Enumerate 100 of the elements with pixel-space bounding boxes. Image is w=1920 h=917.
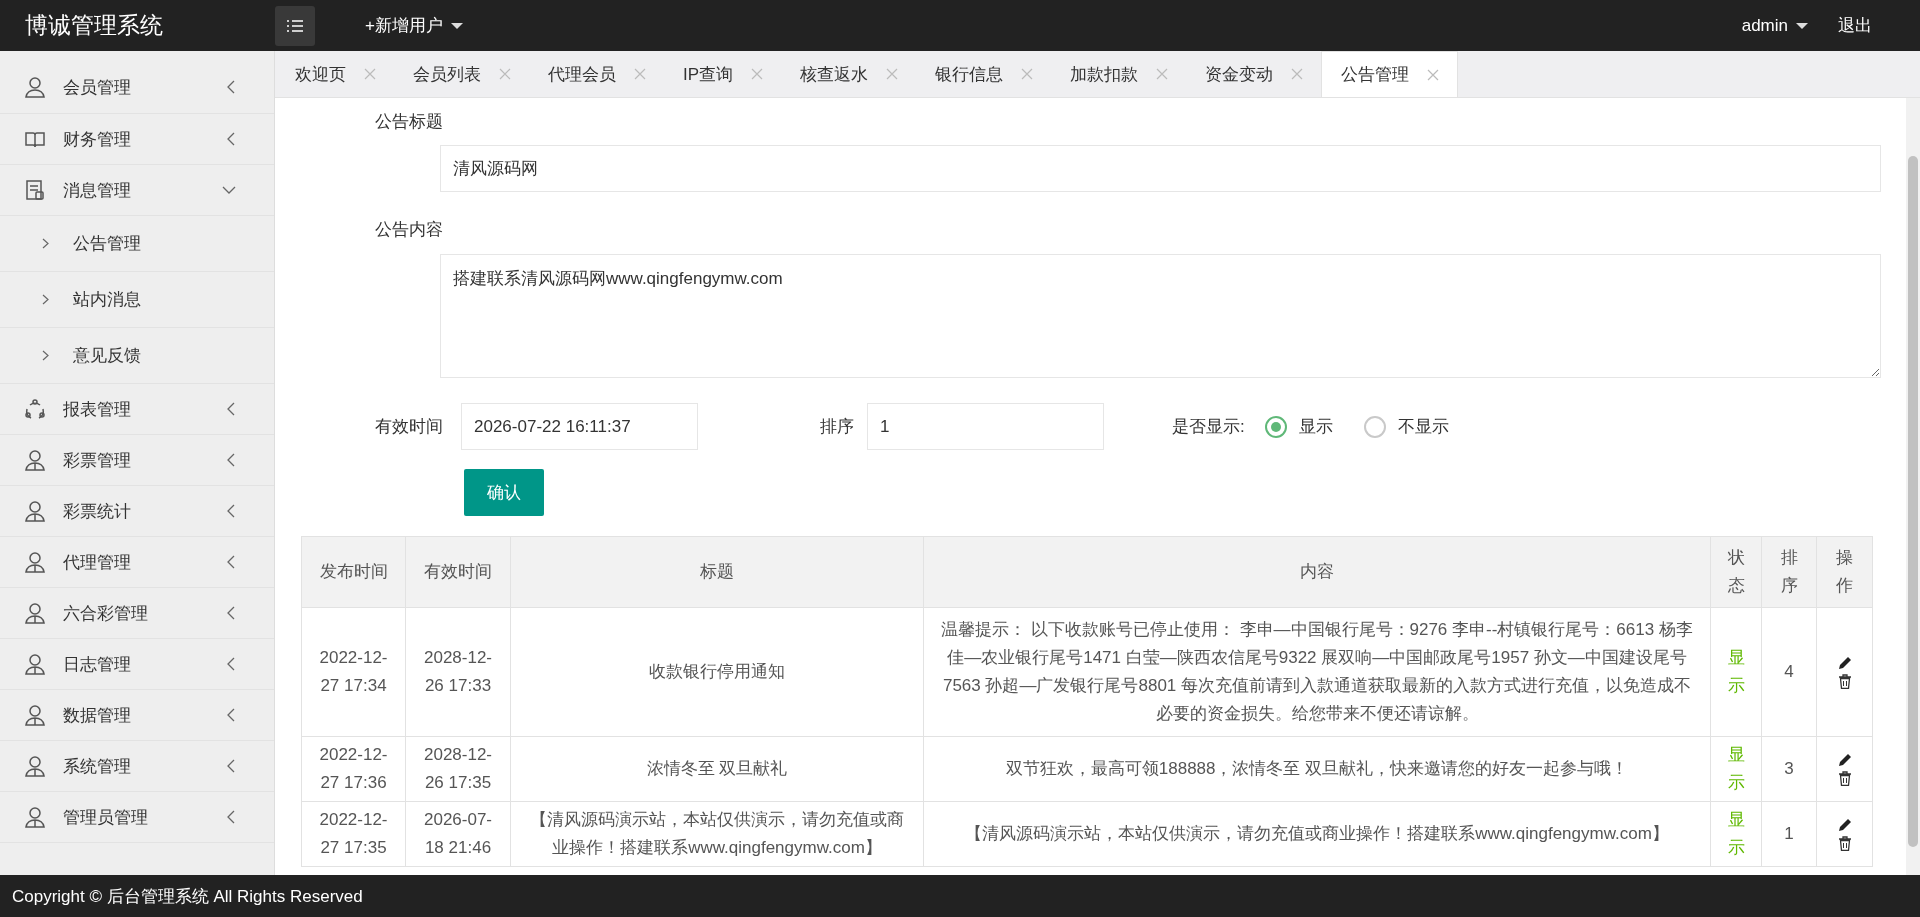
logout-link[interactable]: 退出: [1838, 14, 1872, 37]
pencil-icon[interactable]: [1837, 752, 1852, 767]
sidebar-subitem[interactable]: 公告管理: [0, 216, 274, 272]
status-text: 显示: [1710, 801, 1762, 867]
footer-text: Copyright © 后台管理系统 All Rights Reserved: [0, 875, 1920, 917]
tab[interactable]: IP查询: [664, 51, 782, 97]
table-cell: 双节狂欢，最高可领188888，浓情冬至 双旦献礼，快来邀请您的好友一起参与哦！: [923, 736, 1711, 802]
confirm-button[interactable]: 确认: [464, 469, 544, 516]
scrollbar-thumb[interactable]: [1908, 156, 1918, 847]
column-header: 状态: [1710, 536, 1762, 608]
sidebar-item[interactable]: 报表管理: [0, 384, 274, 435]
radio-option[interactable]: 显示: [1264, 415, 1333, 438]
tab-label: 公告管理: [1341, 64, 1410, 86]
field-label: 公告标题: [375, 111, 444, 133]
close-icon[interactable]: [751, 68, 764, 80]
tab-label: 资金变动: [1205, 63, 1274, 86]
tab[interactable]: 欢迎页: [276, 51, 394, 97]
sidebar-item[interactable]: 彩票统计: [0, 486, 274, 537]
sidebar-subitem[interactable]: 站内消息: [0, 272, 274, 328]
tab[interactable]: 会员列表: [394, 51, 529, 97]
tab[interactable]: 核查返水: [781, 51, 917, 97]
date-field[interactable]: 2026-07-22 16:11:37: [461, 403, 698, 450]
table-cell: 2022-12-27 17:35: [301, 801, 406, 867]
sidebar-item[interactable]: 会员管理: [0, 51, 274, 114]
scrollbar[interactable]: [1906, 98, 1920, 875]
sidebar-item[interactable]: 系统管理: [0, 741, 274, 792]
add-user-label: +新增用户: [365, 15, 443, 37]
person-icon: [24, 653, 46, 675]
tab-label: 核查返水: [800, 63, 869, 86]
tab-label: 银行信息: [935, 63, 1004, 86]
field-label: 是否显示:: [1172, 416, 1245, 438]
tab-label: 会员列表: [413, 63, 481, 86]
radio-button[interactable]: [1363, 415, 1386, 438]
sidebar-item[interactable]: 代理管理: [0, 537, 274, 588]
document-icon: [24, 179, 46, 201]
tab-label: IP查询: [683, 63, 734, 86]
table-cell: 4: [1761, 607, 1817, 737]
chevron-right-icon: [42, 350, 49, 361]
content-field[interactable]: 搭建联系清风源码网www.qingfengymw.com: [440, 254, 1881, 378]
trash-icon[interactable]: [1837, 835, 1852, 851]
table-cell: 2028-12-26 17:33: [405, 607, 511, 737]
menu-button[interactable]: [275, 5, 315, 46]
order-field[interactable]: 1: [867, 403, 1104, 450]
sidebar-subitem[interactable]: 意见反馈: [0, 328, 274, 384]
close-icon[interactable]: [634, 68, 646, 80]
person-icon: [24, 755, 46, 777]
tab[interactable]: 加款扣款: [1051, 51, 1187, 97]
caret-icon: [1796, 21, 1808, 30]
person-icon: [24, 704, 46, 726]
pencil-icon[interactable]: [1837, 655, 1852, 670]
column-header: 排序: [1761, 536, 1817, 608]
table-cell: 3: [1761, 736, 1817, 802]
caret-icon: [450, 21, 463, 30]
user-name: admin: [1741, 15, 1788, 36]
title-field[interactable]: 清风源码网: [440, 145, 1881, 192]
sidebar-item[interactable]: 管理员管理: [0, 792, 274, 843]
tab[interactable]: 代理会员: [529, 51, 664, 97]
person-icon: [24, 500, 46, 522]
close-icon[interactable]: [1156, 68, 1169, 80]
close-icon[interactable]: [364, 68, 376, 80]
column-header: 操作: [1816, 536, 1873, 608]
close-icon[interactable]: [1021, 68, 1034, 80]
sidebar-item[interactable]: 彩票管理: [0, 435, 274, 486]
cycle-icon: [24, 398, 46, 420]
sidebar-item[interactable]: 数据管理: [0, 690, 274, 741]
chevron-right-icon: [42, 238, 49, 249]
close-icon[interactable]: [886, 68, 899, 80]
trash-icon[interactable]: [1837, 673, 1852, 689]
add-user-menu[interactable]: +新增用户: [365, 14, 463, 37]
column-header: 标题: [510, 536, 924, 608]
pencil-icon[interactable]: [1837, 817, 1852, 832]
trash-icon[interactable]: [1837, 770, 1852, 786]
person-icon: [24, 449, 46, 471]
sidebar-item[interactable]: 六合彩管理: [0, 588, 274, 639]
tab[interactable]: 银行信息: [916, 51, 1052, 97]
column-header: 内容: [923, 536, 1711, 608]
sidebar-item[interactable]: 财务管理: [0, 114, 274, 165]
person-icon: [24, 602, 46, 624]
table-cell: 【清风源码演示站，本站仅供演示，请勿充值或商业操作！搭建联系www.qingfengymw.com】: [510, 801, 924, 867]
sidebar-item[interactable]: 日志管理: [0, 639, 274, 690]
sidebar-item[interactable]: 消息管理: [0, 165, 274, 216]
close-icon[interactable]: [1427, 68, 1440, 81]
tab[interactable]: 资金变动: [1186, 51, 1322, 97]
person-icon: [24, 551, 46, 573]
user-menu[interactable]: admin: [1741, 15, 1808, 36]
close-icon[interactable]: [1291, 68, 1304, 80]
radio-option[interactable]: 不显示: [1363, 415, 1449, 438]
tab-label: 加款扣款: [1070, 63, 1139, 86]
table-cell: 【清风源码演示站，本站仅供演示，请勿充值或商业操作！搭建联系www.qingfengymw.com】: [923, 801, 1711, 867]
field-label: 排序: [820, 416, 854, 438]
status-text: 显示: [1710, 736, 1762, 802]
person-icon: [24, 806, 46, 828]
menu-icon: [286, 18, 304, 33]
tab[interactable]: 公告管理: [1321, 51, 1459, 97]
table-cell: 收款银行停用通知: [510, 607, 924, 737]
table-cell: 2026-07-18 21:46: [405, 801, 511, 867]
table-cell: 1: [1761, 801, 1817, 867]
radio-button[interactable]: [1264, 415, 1287, 438]
column-header: 有效时间: [405, 536, 511, 608]
close-icon[interactable]: [499, 68, 511, 80]
